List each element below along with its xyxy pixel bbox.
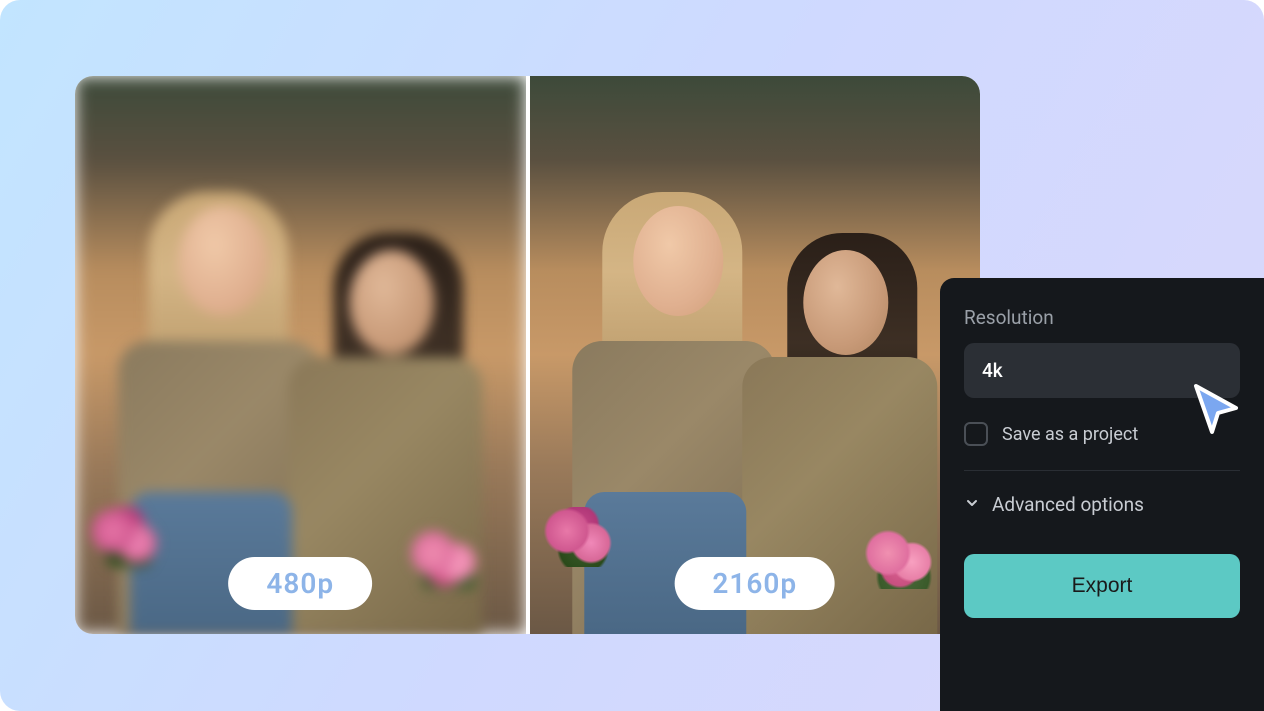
export-panel: Resolution 4k Save as a project Advanced… bbox=[940, 278, 1264, 711]
cursor-pointer-icon bbox=[1186, 378, 1246, 438]
backdrop: 480p bbox=[0, 0, 1264, 711]
checkbox-icon bbox=[964, 422, 988, 446]
after-image: 2160p bbox=[530, 76, 981, 634]
after-resolution-badge: 2160p bbox=[674, 557, 835, 610]
advanced-options-label: Advanced options bbox=[992, 493, 1144, 516]
before-image: 480p bbox=[75, 76, 526, 634]
advanced-options-toggle[interactable]: Advanced options bbox=[964, 493, 1240, 516]
export-button[interactable]: Export bbox=[964, 554, 1240, 618]
chevron-down-icon bbox=[964, 495, 980, 515]
save-project-label: Save as a project bbox=[1002, 424, 1138, 445]
comparison-card: 480p bbox=[75, 76, 980, 634]
divider bbox=[964, 470, 1240, 471]
before-resolution-badge: 480p bbox=[228, 557, 372, 610]
resolution-value: 4k bbox=[982, 359, 1003, 382]
resolution-label: Resolution bbox=[964, 306, 1240, 329]
